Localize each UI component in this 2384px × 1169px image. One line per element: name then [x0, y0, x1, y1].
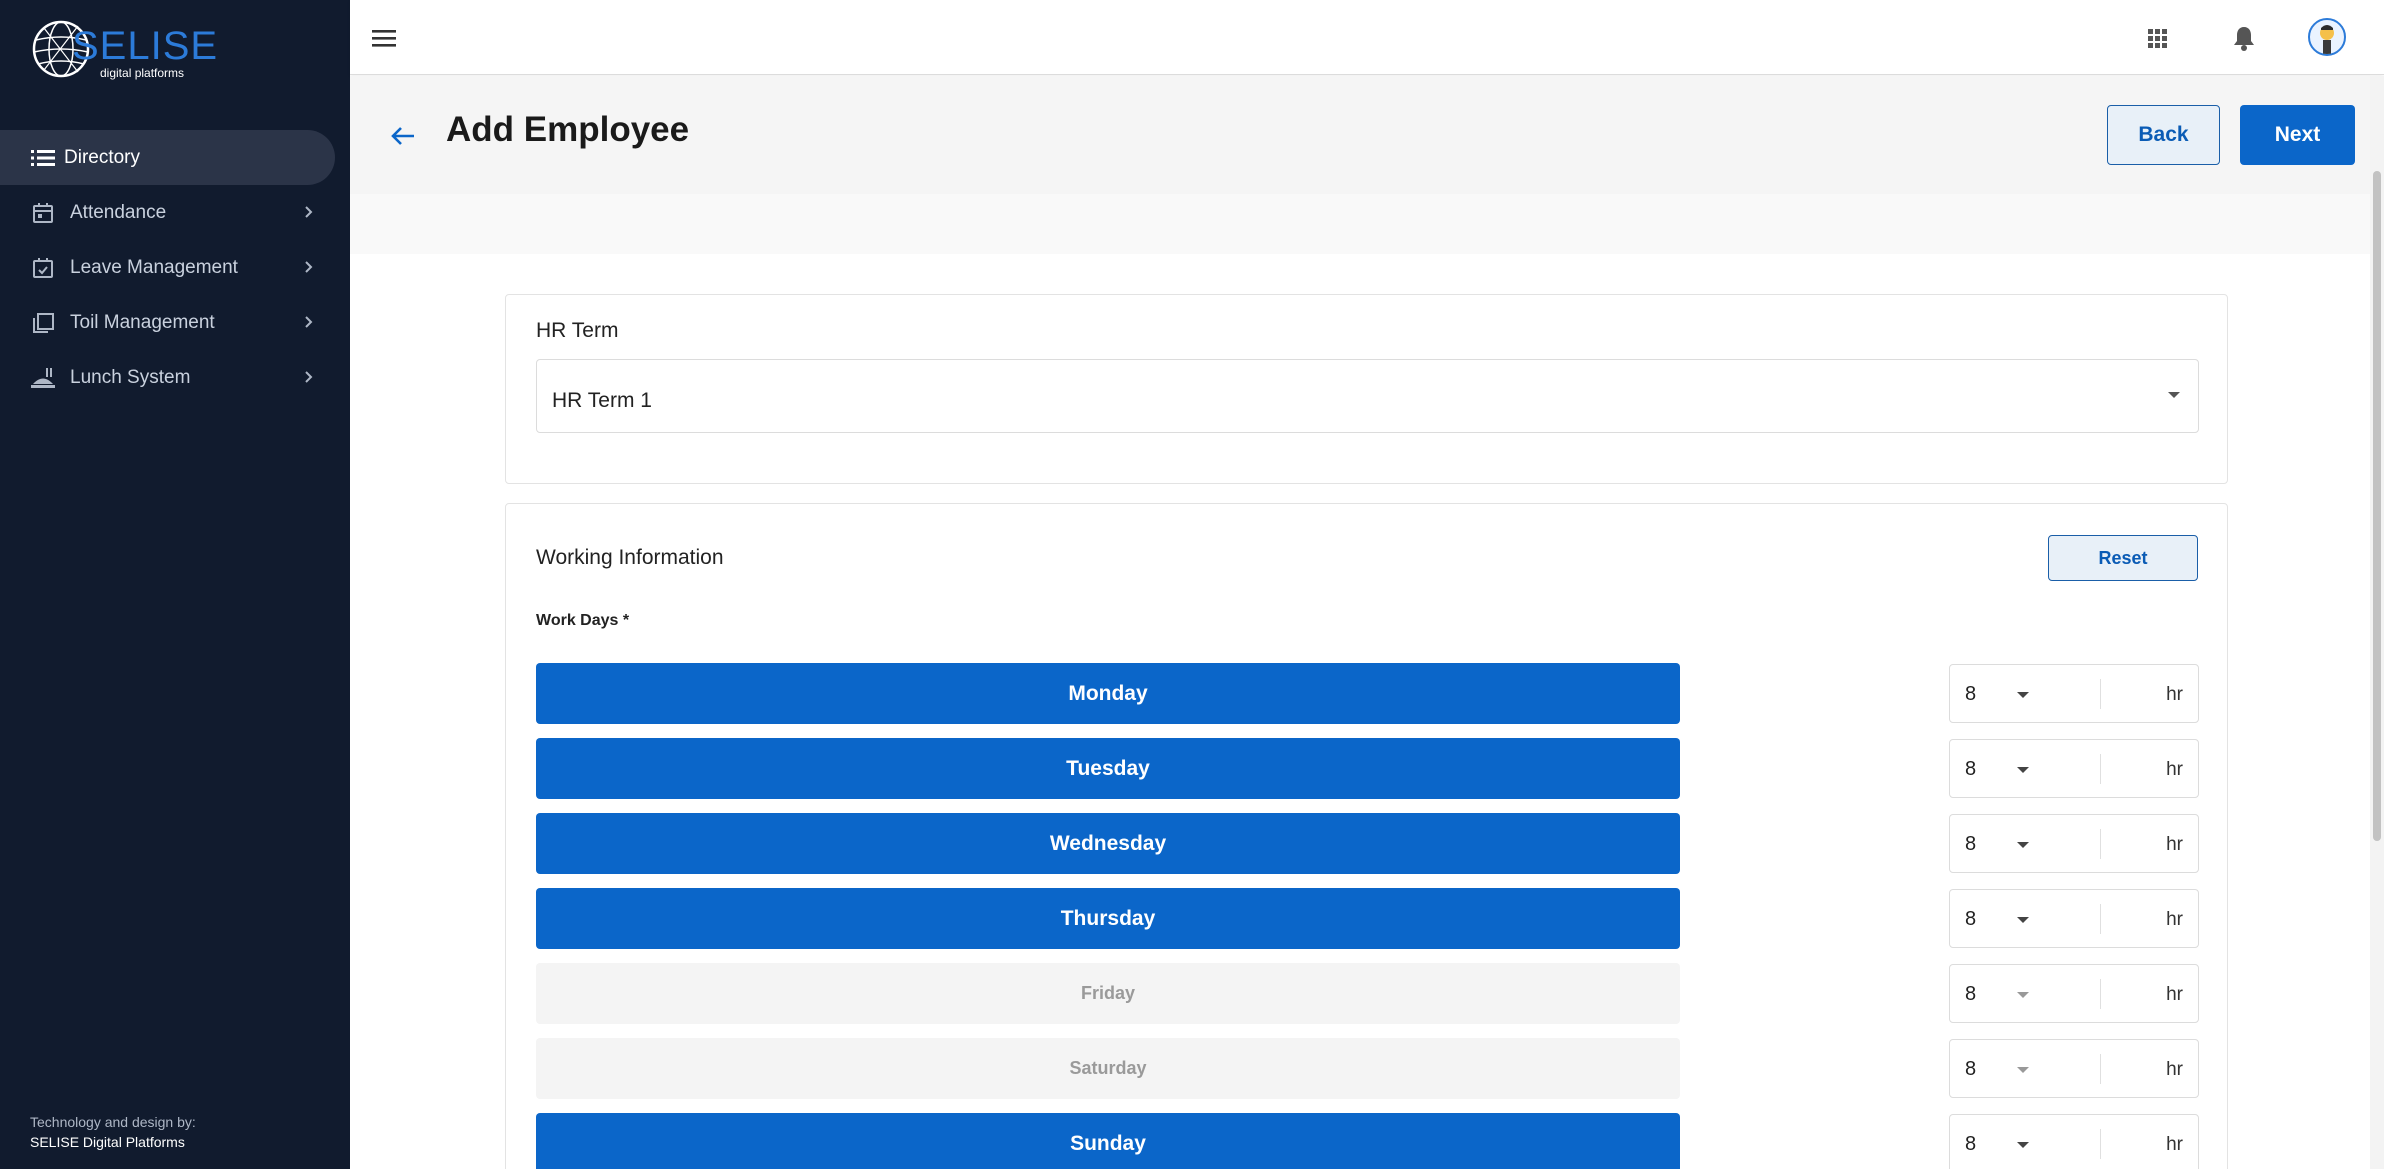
dropdown-caret-icon: [2017, 1142, 2029, 1148]
user-avatar[interactable]: [2308, 18, 2346, 56]
chevron-right-icon: [305, 371, 313, 383]
dropdown-caret-icon: [2017, 767, 2029, 773]
calendar-check-icon: [30, 255, 56, 281]
page-scrollbar[interactable]: [2370, 76, 2384, 1169]
hours-value: 8: [1965, 908, 1977, 930]
copy-icon: [30, 310, 56, 336]
hr-term-card: HR Term HR Term 1: [505, 294, 2228, 484]
chevron-right-icon: [305, 261, 313, 273]
next-button[interactable]: Next: [2240, 105, 2355, 165]
chevron-right-icon: [305, 206, 313, 218]
dropdown-caret-icon: [2017, 917, 2029, 923]
dropdown-caret-icon: [2017, 1067, 2029, 1073]
day-toggle-tuesday[interactable]: Tuesday: [536, 738, 1680, 799]
hours-select-monday[interactable]: 8 hr: [1949, 664, 2199, 723]
sidebar-item-lunch-system[interactable]: Lunch System: [0, 350, 350, 405]
logo-text: SELISE: [72, 24, 219, 68]
sidebar-item-label: Attendance: [70, 201, 167, 223]
back-arrow-icon[interactable]: [388, 120, 420, 152]
dropdown-caret-icon: [2168, 392, 2180, 398]
hr-term-select[interactable]: HR Term 1: [536, 359, 2199, 433]
sidebar-item-directory[interactable]: Directory: [0, 130, 335, 185]
apps-grid-icon[interactable]: [2139, 20, 2175, 56]
hours-unit: hr: [2166, 909, 2183, 930]
working-information-title: Working Information: [536, 546, 724, 569]
hours-value: 8: [1965, 758, 1977, 780]
hours-select-saturday[interactable]: 8 hr: [1949, 1039, 2199, 1098]
hours-value: 8: [1965, 1058, 1977, 1080]
working-information-card: Working Information Reset Work Days * Mo…: [505, 503, 2228, 1169]
day-toggle-saturday[interactable]: Saturday: [536, 1038, 1680, 1099]
sidebar-item-toil-management[interactable]: Toil Management: [0, 295, 350, 350]
calendar-icon: [30, 200, 56, 226]
divider: [2100, 1054, 2101, 1084]
sidebar-item-label: Toil Management: [70, 311, 215, 333]
footer-credit: Technology and design by: SELISE Digital…: [30, 1112, 196, 1152]
sub-header-strip: [350, 194, 2370, 254]
top-bar: [350, 0, 2384, 75]
day-toggle-thursday[interactable]: Thursday: [536, 888, 1680, 949]
chevron-right-icon: [305, 316, 313, 328]
hours-unit: hr: [2166, 984, 2183, 1005]
day-toggle-monday[interactable]: Monday: [536, 663, 1680, 724]
divider: [2100, 679, 2101, 709]
hours-unit: hr: [2166, 834, 2183, 855]
scrollbar-thumb[interactable]: [2373, 171, 2381, 841]
divider: [2100, 1129, 2101, 1159]
sidebar-item-attendance[interactable]: Attendance: [0, 185, 350, 240]
hr-term-select-value: HR Term 1: [552, 389, 652, 412]
hours-select-sunday[interactable]: 8 hr: [1949, 1114, 2199, 1169]
sidebar-item-label: Lunch System: [70, 366, 191, 388]
hours-value: 8: [1965, 983, 1977, 1005]
lunch-icon: [30, 365, 56, 391]
dropdown-caret-icon: [2017, 842, 2029, 848]
footer-company-name: SELISE Digital Platforms: [30, 1134, 185, 1150]
hours-select-friday[interactable]: 8 hr: [1949, 964, 2199, 1023]
page-title: Add Employee: [446, 110, 690, 149]
sidebar-item-label: Directory: [64, 146, 141, 168]
selise-logo[interactable]: SELISE digital platforms: [30, 14, 217, 84]
work-days-label: Work Days *: [536, 612, 630, 629]
divider: [2100, 979, 2101, 1009]
footer-credit-line: Technology and design by:: [30, 1114, 196, 1130]
list-icon: [30, 145, 56, 171]
hamburger-menu-icon[interactable]: [370, 25, 398, 51]
hr-term-title: HR Term: [536, 319, 619, 342]
day-toggle-wednesday[interactable]: Wednesday: [536, 813, 1680, 874]
page-header: Add Employee Back Next: [350, 76, 2370, 194]
dropdown-caret-icon: [2017, 992, 2029, 998]
hours-value: 8: [1965, 1133, 1977, 1155]
day-toggle-friday[interactable]: Friday: [536, 963, 1680, 1024]
hours-select-thursday[interactable]: 8 hr: [1949, 889, 2199, 948]
back-button[interactable]: Back: [2107, 105, 2220, 165]
divider: [2100, 829, 2101, 859]
day-toggle-sunday[interactable]: Sunday: [536, 1113, 1680, 1169]
sidebar-item-leave-management[interactable]: Leave Management: [0, 240, 350, 295]
sidebar-item-label: Leave Management: [70, 256, 238, 278]
divider: [2100, 754, 2101, 784]
hours-select-tuesday[interactable]: 8 hr: [1949, 739, 2199, 798]
logo-subtitle: digital platforms: [100, 66, 185, 80]
notification-bell-icon[interactable]: [2226, 20, 2262, 56]
hours-select-wednesday[interactable]: 8 hr: [1949, 814, 2199, 873]
hours-value: 8: [1965, 683, 1977, 705]
dropdown-caret-icon: [2017, 692, 2029, 698]
hours-value: 8: [1965, 833, 1977, 855]
reset-button[interactable]: Reset: [2048, 535, 2198, 581]
sidebar: SELISE digital platforms Directory Atten…: [0, 0, 350, 1169]
hours-unit: hr: [2166, 759, 2183, 780]
user-avatar-icon: [2320, 25, 2334, 54]
sidebar-nav: Directory Attendance Leave Management To…: [0, 130, 350, 405]
divider: [2100, 904, 2101, 934]
hours-unit: hr: [2166, 1059, 2183, 1080]
hours-unit: hr: [2166, 684, 2183, 705]
hours-unit: hr: [2166, 1134, 2183, 1155]
